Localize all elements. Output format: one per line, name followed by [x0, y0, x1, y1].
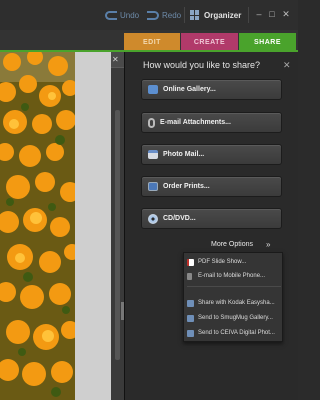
photo-mail-label: Photo Mail... [163, 151, 205, 158]
order-prints-label: Order Prints... [163, 183, 210, 190]
tab-share[interactable]: SHARE [239, 33, 296, 51]
menu-item-label: PDF Slide Show... [198, 259, 247, 265]
menu-item-kodak[interactable]: Share with Kodak Easysha... [187, 297, 281, 309]
share-service-icon [187, 329, 194, 337]
canvas-margin [75, 52, 111, 400]
organizer-label: Organizer [204, 10, 242, 20]
toolbar-divider [248, 7, 249, 23]
share-service-icon [187, 299, 194, 307]
undo-icon [105, 10, 117, 20]
toolbar-divider [184, 7, 185, 23]
vertical-scrollbar-thumb[interactable] [115, 110, 120, 360]
photo-mail-icon [148, 150, 158, 159]
redo-button[interactable]: Redo [147, 8, 181, 22]
more-options-button[interactable]: More Options » [211, 240, 271, 249]
mobile-phone-icon [187, 272, 192, 280]
email-attachments-button[interactable]: E-mail Attachments... [141, 112, 282, 133]
order-prints-icon [148, 182, 158, 191]
photo-close-button[interactable]: ✕ [112, 55, 119, 65]
menu-item-ceiva[interactable]: Send to CEIVA Digital Phot... [187, 327, 281, 339]
pdf-icon [187, 258, 194, 266]
menu-item-label: E-mail to Mobile Phone... [198, 273, 266, 279]
title-bar: Undo Redo Organizer – □ ✕ [0, 0, 298, 30]
order-prints-button[interactable]: Order Prints... [141, 176, 282, 197]
menu-item-label: Send to SmugMug Gallery... [198, 315, 273, 321]
tab-edit[interactable]: EDIT [124, 33, 180, 51]
menu-divider [187, 286, 281, 287]
tab-create[interactable]: CREATE [181, 33, 238, 51]
photo-mail-button[interactable]: Photo Mail... [141, 144, 282, 165]
redo-label: Redo [162, 10, 182, 20]
undo-button[interactable]: Undo [105, 8, 139, 22]
redo-icon [147, 10, 159, 20]
maximize-button[interactable]: □ [267, 9, 277, 19]
poppy-photo[interactable] [0, 52, 75, 400]
share-service-icon [187, 314, 194, 322]
paperclip-icon [148, 117, 155, 128]
disc-icon [148, 213, 158, 224]
menu-item-email-mobile[interactable]: E-mail to Mobile Phone... [187, 270, 281, 282]
double-chevron-icon: » [266, 240, 271, 249]
poppy-field-image [0, 52, 75, 400]
minimize-button[interactable]: – [254, 9, 264, 19]
more-options-menu: PDF Slide Show... E-mail to Mobile Phone… [183, 252, 283, 342]
mode-tabs: EDIT CREATE SHARE [0, 30, 298, 52]
online-gallery-button[interactable]: Online Gallery... [141, 79, 282, 100]
menu-item-label: Share with Kodak Easysha... [198, 300, 275, 306]
menu-item-label: Send to CEIVA Digital Phot... [198, 330, 275, 336]
organizer-icon [190, 10, 200, 20]
cd-dvd-label: CD/DVD... [163, 215, 196, 222]
organizer-button[interactable]: Organizer [190, 7, 241, 23]
online-gallery-label: Online Gallery... [163, 86, 216, 93]
menu-item-pdf-slide-show[interactable]: PDF Slide Show... [187, 256, 281, 268]
undo-label: Undo [120, 10, 140, 20]
share-question-heading: How would you like to share? [143, 60, 261, 70]
more-options-label: More Options [211, 241, 254, 248]
panel-close-button[interactable]: ✕ [283, 60, 291, 71]
close-button[interactable]: ✕ [281, 9, 291, 19]
online-gallery-icon [148, 85, 158, 94]
panel-resize-handle[interactable] [121, 302, 124, 320]
menu-item-smugmug[interactable]: Send to SmugMug Gallery... [187, 312, 281, 324]
cd-dvd-button[interactable]: CD/DVD... [141, 208, 282, 229]
email-attachments-label: E-mail Attachments... [160, 119, 231, 126]
